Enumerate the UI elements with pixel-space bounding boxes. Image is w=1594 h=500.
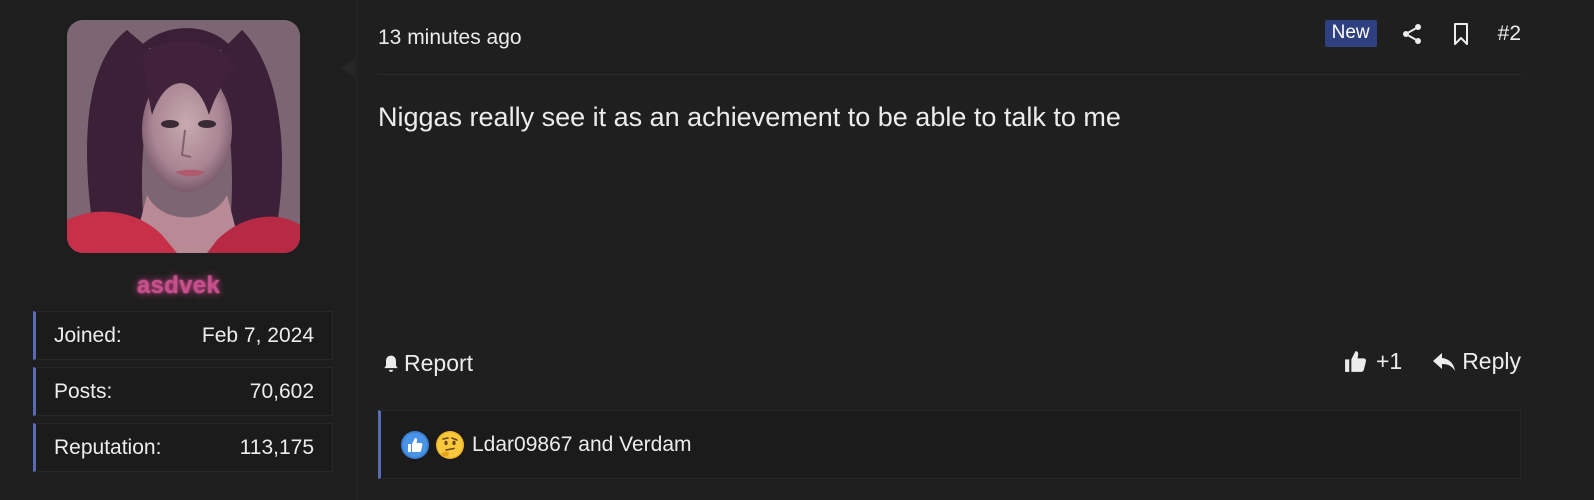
report-button[interactable]: Report: [381, 350, 473, 377]
user-sidebar: asdvek Joined: Feb 7, 2024 Posts: 70,602…: [0, 0, 357, 500]
bookmark-icon[interactable]: [1449, 22, 1473, 46]
share-icon[interactable]: [1400, 22, 1424, 46]
header-divider: [378, 74, 1521, 75]
post-message: Niggas really see it as an achievement t…: [378, 102, 1121, 132]
user-avatar[interactable]: [67, 20, 300, 253]
thumbs-up-icon: [1345, 351, 1367, 372]
stat-value: 70,602: [249, 379, 314, 403]
reactions-bar[interactable]: Ldar09867 and Verdam: [378, 410, 1521, 479]
post-number-link[interactable]: #2: [1498, 22, 1521, 46]
post-main: 13 minutes ago New #2 Niggas really see …: [357, 0, 1594, 500]
user-stat-posts: Posts: 70,602: [33, 367, 333, 416]
new-badge: New: [1324, 20, 1377, 47]
user-stat-reputation: Reputation: 113,175: [33, 423, 333, 472]
post-footer-actions: +1 Reply: [1343, 348, 1521, 375]
like-button[interactable]: +1: [1343, 348, 1402, 375]
thumbs-up-reaction-icon: [400, 430, 430, 460]
like-count: +1: [1375, 348, 1403, 374]
stat-value: 113,175: [239, 435, 314, 459]
thinking-face-reaction-icon: [435, 430, 465, 460]
forum-post: asdvek Joined: Feb 7, 2024 Posts: 70,602…: [0, 0, 1594, 500]
reactors-list[interactable]: Ldar09867 and Verdam: [472, 433, 692, 457]
user-stat-joined: Joined: Feb 7, 2024: [33, 311, 333, 360]
reply-label: Reply: [1462, 348, 1521, 374]
stat-value: Feb 7, 2024: [201, 323, 314, 347]
stat-label: Joined:: [54, 323, 122, 347]
post-header-actions: New #2: [1324, 20, 1521, 47]
stat-label: Reputation:: [54, 435, 162, 459]
username[interactable]: asdvek: [0, 272, 357, 300]
reply-arrow-icon: [1433, 352, 1456, 371]
reply-button[interactable]: Reply: [1432, 348, 1521, 375]
stat-label: Posts:: [54, 379, 113, 403]
avatar-image: [67, 20, 300, 253]
bell-icon: [384, 355, 398, 372]
post-arrow-pointer: [341, 58, 355, 78]
report-label: Report: [404, 350, 474, 376]
post-timestamp[interactable]: 13 minutes ago: [378, 26, 522, 50]
